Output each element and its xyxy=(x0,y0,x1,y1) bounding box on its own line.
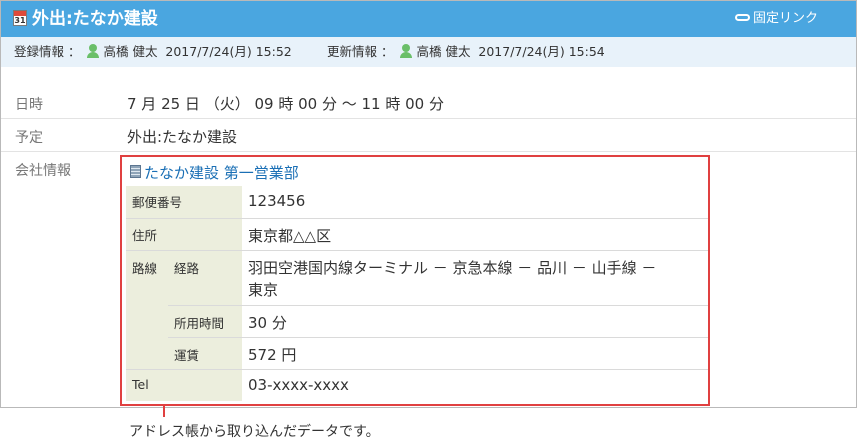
route-label: 路線 xyxy=(126,250,168,370)
registered-info: 登録情報 ： 高橋 健太 2017/7/24(月) 15:52 xyxy=(14,37,292,67)
updated-time: 2017/7/24(月) 15:54 xyxy=(478,44,605,59)
updated-info: 更新情報 ： 高橋 健太 2017/7/24(月) 15:54 xyxy=(327,37,605,67)
schedule-detail-panel: 31 外出:たなか建設 固定リンク 登録情報 ： 高橋 健太 2017/7/24… xyxy=(0,0,857,408)
permalink-label: 固定リンク xyxy=(752,11,818,26)
company-name-link[interactable]: たなか建設 第一営業部 xyxy=(130,162,299,183)
annotation-pointer xyxy=(163,405,165,417)
annotation-caption: アドレス帳から取り込んだデータです。 xyxy=(129,424,380,440)
updated-label: 更新情報 ： xyxy=(327,44,394,59)
user-icon xyxy=(86,43,100,58)
table-row: 所用時間 30 分 xyxy=(126,305,708,338)
route-path-line: 羽田空港国内線ターミナル － 京急本線 － 品川 － 山手線 － xyxy=(248,258,657,277)
route-path-value: 羽田空港国内線ターミナル － 京急本線 － 品川 － 山手線 － 東京 xyxy=(242,250,708,306)
registered-user[interactable]: 高橋 健太 xyxy=(103,44,157,59)
company-info-box: たなか建設 第一営業部 郵便番号 123456 住所 東京都△△区 路線 経路 … xyxy=(120,155,710,406)
record-info-bar: 登録情報 ： 高橋 健太 2017/7/24(月) 15:52 更新情報 ： 高… xyxy=(1,37,856,67)
registered-label: 登録情報 ： xyxy=(14,44,81,59)
divider xyxy=(1,151,856,152)
table-row: 住所 東京都△△区 xyxy=(126,218,708,251)
registered-time: 2017/7/24(月) 15:52 xyxy=(165,44,292,59)
plan-value: 外出:たなか建設 xyxy=(127,128,238,146)
divider xyxy=(1,118,856,119)
route-path-line: 東京 xyxy=(248,280,279,299)
table-row: Tel 03-xxxx-xxxx xyxy=(126,369,708,401)
user-icon xyxy=(399,43,413,58)
building-icon xyxy=(130,165,141,178)
tel-value: 03-xxxx-xxxx xyxy=(242,369,708,401)
fare-value: 572 円 xyxy=(242,337,708,370)
travel-time-label: 所用時間 xyxy=(168,305,242,338)
address-label: 住所 xyxy=(126,218,242,251)
table-row: 運賃 572 円 xyxy=(126,337,708,370)
calendar-icon: 31 xyxy=(13,10,27,26)
datetime-value: 7 月 25 日 （火） 09 時 00 分 ～ 11 時 00 分 xyxy=(127,95,444,113)
plan-label: 予定 xyxy=(15,130,43,146)
tel-label: Tel xyxy=(126,369,242,401)
page-title: 外出:たなか建設 xyxy=(32,9,158,29)
route-path-label: 経路 xyxy=(168,250,242,306)
address-value: 東京都△△区 xyxy=(242,218,708,251)
travel-time-value: 30 分 xyxy=(242,305,708,338)
link-icon xyxy=(734,14,750,21)
table-row: 路線 経路 羽田空港国内線ターミナル － 京急本線 － 品川 － 山手線 － 東… xyxy=(126,250,708,370)
fare-label: 運賃 xyxy=(168,337,242,370)
table-row: 郵便番号 123456 xyxy=(126,186,708,219)
datetime-label: 日時 xyxy=(15,97,43,113)
postal-code-label: 郵便番号 xyxy=(126,186,242,219)
company-info-label: 会社情報 xyxy=(15,163,71,179)
permalink-button[interactable]: 固定リンク xyxy=(734,11,818,27)
company-name[interactable]: たなか建設 第一営業部 xyxy=(144,164,299,182)
updated-user[interactable]: 高橋 健太 xyxy=(416,44,470,59)
postal-code-value: 123456 xyxy=(242,186,708,219)
company-address-table: 郵便番号 123456 住所 東京都△△区 路線 経路 羽田空港国内線ターミナル… xyxy=(126,186,708,401)
title-bar: 31 外出:たなか建設 固定リンク xyxy=(1,1,856,37)
